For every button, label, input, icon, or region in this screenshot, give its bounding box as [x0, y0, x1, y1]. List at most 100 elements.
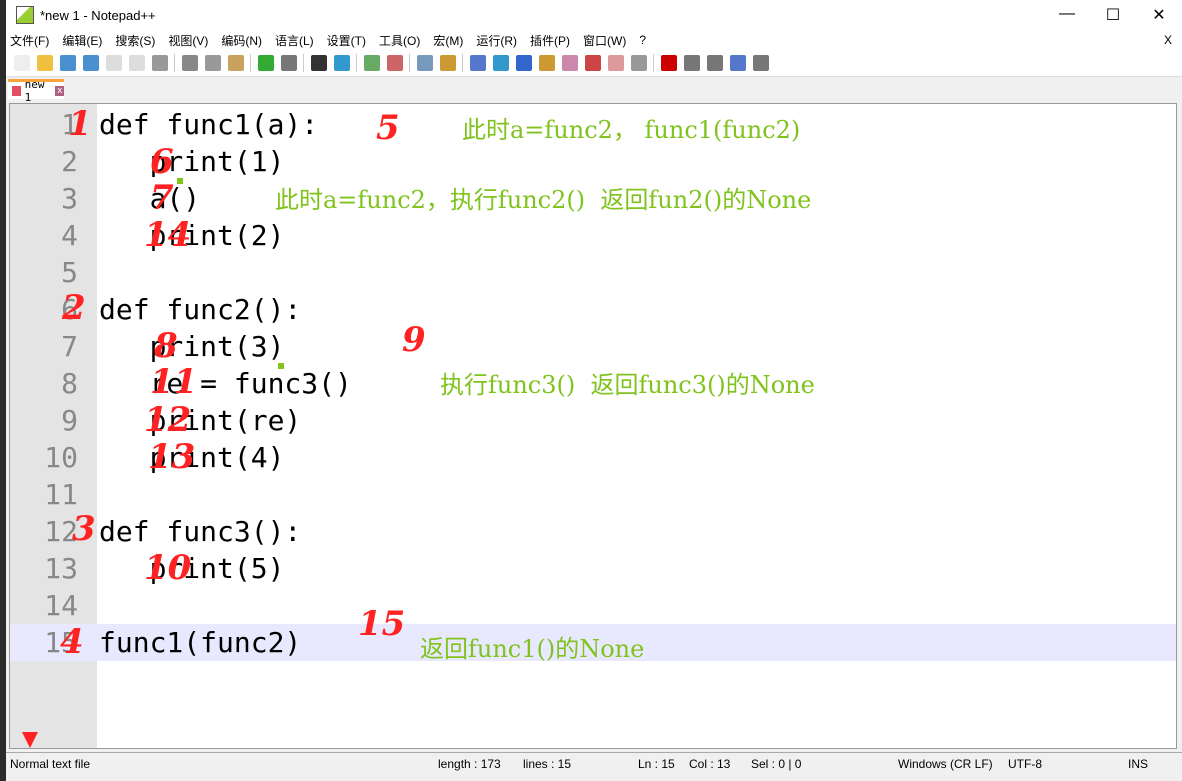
toolbar-button-icon[interactable]: [386, 55, 403, 71]
menu-item[interactable]: 文件(F): [10, 32, 49, 49]
code-text: print(1): [99, 145, 285, 178]
code-line[interactable]: 2 print(1): [10, 143, 1176, 180]
menu-item[interactable]: 设置(T): [327, 32, 366, 49]
code-text: print(5): [99, 552, 285, 585]
toolbar-button-icon[interactable]: [151, 55, 168, 71]
menu-item[interactable]: 搜索(S): [115, 32, 155, 49]
maximize-button[interactable]: ☐: [1090, 5, 1136, 25]
status-eol: Windows (CR LF): [898, 757, 993, 771]
menu-item[interactable]: 编码(N): [221, 32, 262, 49]
status-encoding: UTF-8: [1008, 757, 1042, 771]
toolbar-button-icon[interactable]: [59, 55, 76, 71]
status-length: length : 173: [438, 757, 501, 771]
code-line[interactable]: 6 def func2():: [10, 291, 1176, 328]
highlight-box: [177, 178, 183, 184]
title-bar: *new 1 - Notepad++ — ☐ ✕: [6, 0, 1182, 30]
status-insert-mode: INS: [1128, 757, 1149, 771]
toolbar-button-icon[interactable]: [13, 55, 30, 71]
toolbar-separator: [356, 54, 357, 72]
toolbar-button-icon[interactable]: [257, 55, 274, 71]
notepadpp-window: *new 1 - Notepad++ — ☐ ✕ 文件(F) 编辑(E) 搜索(S)…: [6, 0, 1182, 781]
toolbar-separator: [303, 54, 304, 72]
line-number: 5: [61, 256, 78, 289]
code-text: print(3): [99, 330, 285, 363]
handwritten-step-number: 3: [72, 509, 96, 549]
annotation-text: 此时a=func2， func1(func2): [462, 116, 801, 144]
menu-item[interactable]: 运行(R): [476, 32, 517, 49]
handwritten-step-number: 11: [150, 362, 198, 402]
code-text: func1(func2): [99, 626, 302, 659]
handwritten-step-number: 2: [62, 288, 86, 328]
handwritten-step-number: 14: [144, 215, 192, 255]
toolbar-button-icon[interactable]: [469, 55, 486, 71]
handwritten-step-number: 15: [358, 604, 406, 644]
toolbar-button-icon[interactable]: [515, 55, 532, 71]
close-document-button[interactable]: X: [1164, 33, 1172, 47]
toolbar-button-icon[interactable]: [683, 55, 700, 71]
toolbar-button-icon[interactable]: [181, 55, 198, 71]
toolbar-button-icon[interactable]: [630, 55, 647, 71]
code-text: def func2():: [99, 293, 302, 326]
code-line[interactable]: 5: [10, 254, 1176, 291]
code-line[interactable]: 12 def func3():: [10, 513, 1176, 550]
handwritten-step-number: 5: [376, 108, 400, 148]
toolbar-button-icon[interactable]: [105, 55, 122, 71]
editor[interactable]: 1 def func1(a): 2 print(1) 3 a() 4 print(2) 5…: [9, 103, 1177, 749]
toolbar-button-icon[interactable]: [333, 55, 350, 71]
code-line[interactable]: 11: [10, 476, 1176, 513]
handwritten-step-number: 8: [154, 326, 178, 366]
handwritten-step-number: 10: [144, 548, 192, 588]
menu-item[interactable]: 编辑(E): [62, 32, 102, 49]
status-filetype: Normal text file: [10, 757, 91, 771]
toolbar-button-icon[interactable]: [416, 55, 433, 71]
line-number: 10: [44, 441, 78, 474]
status-lines: lines : 15: [523, 757, 572, 771]
toolbar-button-icon[interactable]: [492, 55, 509, 71]
tab-close-icon[interactable]: x: [55, 85, 64, 96]
annotation-text: 执行func3() 返回func3()的None: [440, 371, 815, 399]
toolbar-button-icon[interactable]: [82, 55, 99, 71]
toolbar-button-icon[interactable]: [729, 55, 746, 71]
minimize-button[interactable]: —: [1044, 5, 1090, 25]
toolbar-button-icon[interactable]: [561, 55, 578, 71]
menu-item[interactable]: ?: [639, 33, 646, 47]
line-number: 4: [61, 219, 78, 252]
menu-item[interactable]: 宏(M): [433, 32, 463, 49]
code-line[interactable]: 14: [10, 587, 1176, 624]
menu-item[interactable]: 插件(P): [530, 32, 570, 49]
toolbar-button-icon[interactable]: [584, 55, 601, 71]
menu-item[interactable]: 语言(L): [275, 32, 314, 49]
toolbar-button-icon[interactable]: [660, 55, 677, 71]
tab-new-1[interactable]: new 1 x: [8, 78, 64, 104]
close-button[interactable]: ✕: [1136, 5, 1182, 25]
toolbar: [6, 50, 1182, 77]
code-line[interactable]: 7 print(3): [10, 328, 1176, 365]
toolbar-button-icon[interactable]: [310, 55, 327, 71]
handwritten-step-number: 1: [68, 104, 92, 144]
toolbar-separator: [250, 54, 251, 72]
toolbar-button-icon[interactable]: [280, 55, 297, 71]
toolbar-button-icon[interactable]: [128, 55, 145, 71]
toolbar-button-icon[interactable]: [538, 55, 555, 71]
status-bar: Normal text file length : 173 lines : 15…: [6, 752, 1182, 775]
handwritten-step-number: 13: [148, 437, 196, 477]
code-text: def func3():: [99, 515, 302, 548]
toolbar-button-icon[interactable]: [36, 55, 53, 71]
toolbar-button-icon[interactable]: [706, 55, 723, 71]
toolbar-button-icon[interactable]: [227, 55, 244, 71]
line-number: 14: [44, 589, 78, 622]
window-title: *new 1 - Notepad++: [40, 7, 156, 23]
menu-item[interactable]: 视图(V): [168, 32, 208, 49]
handwritten-step-number: 9: [402, 320, 426, 360]
tab-label: new 1: [24, 77, 45, 104]
line-number: 9: [61, 404, 78, 437]
toolbar-button-icon[interactable]: [363, 55, 380, 71]
line-number: 8: [61, 367, 78, 400]
unsaved-icon: [12, 85, 21, 96]
menu-item[interactable]: 窗口(W): [583, 32, 626, 49]
toolbar-button-icon[interactable]: [439, 55, 456, 71]
toolbar-button-icon[interactable]: [607, 55, 624, 71]
menu-item[interactable]: 工具(O): [379, 32, 420, 49]
toolbar-button-icon[interactable]: [752, 55, 769, 71]
toolbar-button-icon[interactable]: [204, 55, 221, 71]
